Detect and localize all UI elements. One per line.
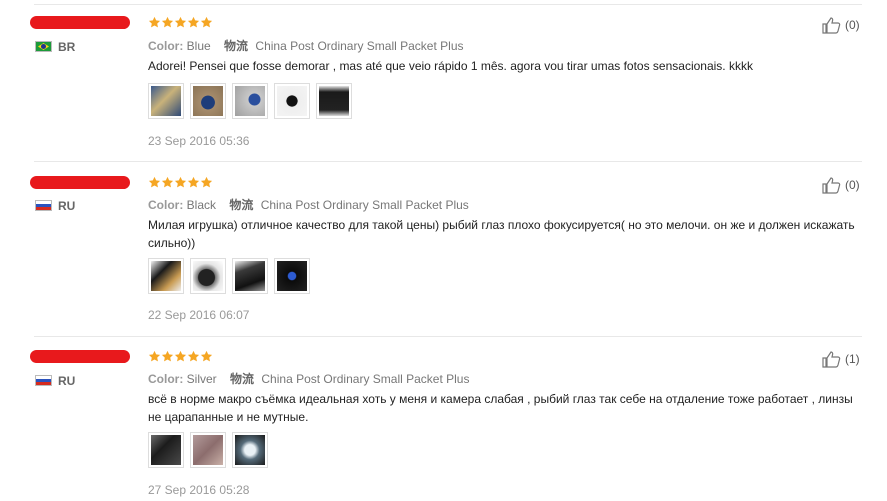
star-icon — [187, 16, 200, 28]
shipping-value: China Post Ordinary Small Packet Plus — [261, 372, 470, 386]
review-date: 22 Sep 2016 06:07 — [148, 308, 250, 322]
reviewer-country: RU — [58, 199, 76, 213]
star-icon — [174, 350, 187, 362]
color-label: Color: — [148, 198, 184, 212]
review-photo-thumbnail[interactable] — [232, 258, 268, 294]
star-rating — [148, 350, 213, 364]
star-icon — [161, 176, 174, 188]
review-photo-thumbnail[interactable] — [190, 258, 226, 294]
star-icon — [148, 350, 161, 362]
review-photos — [148, 432, 274, 468]
redacted-username — [30, 176, 130, 189]
shipping-value: China Post Ordinary Small Packet Plus — [260, 198, 469, 212]
reviewer-country: BR — [58, 40, 76, 54]
review-photo-thumbnail[interactable] — [274, 83, 310, 119]
review-text: всё в норме макро съёмка идеальная хоть … — [148, 392, 853, 424]
color-label: Color: — [148, 372, 184, 386]
review-text: Adorei! Pensei que fosse demorar , mas a… — [148, 59, 753, 73]
review-photo-thumbnail[interactable] — [232, 83, 268, 119]
review-photo-thumbnail[interactable] — [148, 83, 184, 119]
review-photo-thumbnail[interactable] — [190, 432, 226, 468]
order-info: Color: Silver 物流 China Post Ordinary Sma… — [148, 370, 469, 387]
review-photos — [148, 83, 358, 119]
star-icon — [187, 350, 200, 362]
star-icon — [200, 16, 213, 28]
review-photo-thumbnail[interactable] — [148, 432, 184, 468]
review-text: Милая игрушка) отличное качество для так… — [148, 218, 855, 250]
star-icon — [187, 176, 200, 188]
star-icon — [200, 350, 213, 362]
helpful-button[interactable]: (0) — [822, 16, 860, 34]
brazil-flag-icon — [35, 41, 52, 52]
helpful-count: (0) — [845, 18, 860, 32]
review-photo-thumbnail[interactable] — [316, 83, 352, 119]
review-photos — [148, 258, 316, 294]
helpful-button[interactable]: (1) — [822, 350, 860, 368]
color-value: Black — [186, 198, 217, 212]
order-info: Color: Blue 物流 China Post Ordinary Small… — [148, 37, 464, 54]
color-value: Silver — [186, 372, 217, 386]
russia-flag-icon — [35, 200, 52, 211]
star-icon — [148, 176, 161, 188]
review-photo-thumbnail[interactable] — [274, 258, 310, 294]
star-icon — [161, 350, 174, 362]
redacted-username — [30, 16, 130, 29]
russia-flag-icon — [35, 375, 52, 386]
order-info: Color: Black 物流 China Post Ordinary Smal… — [148, 196, 469, 213]
shipping-label: 物流 — [230, 372, 255, 386]
helpful-count: (0) — [845, 178, 860, 192]
thumbs-up-icon — [822, 351, 841, 368]
reviewer-country: RU — [58, 374, 76, 388]
shipping-label: 物流 — [229, 198, 254, 212]
star-icon — [174, 16, 187, 28]
star-icon — [148, 16, 161, 28]
star-icon — [161, 16, 174, 28]
review-photo-thumbnail[interactable] — [232, 432, 268, 468]
review-date: 23 Sep 2016 05:36 — [148, 134, 250, 148]
review-divider — [34, 336, 862, 337]
star-rating — [148, 176, 213, 190]
color-label: Color: — [148, 39, 184, 53]
helpful-count: (1) — [845, 352, 860, 366]
review-divider — [34, 161, 862, 162]
star-icon — [200, 176, 213, 188]
helpful-button[interactable]: (0) — [822, 176, 860, 194]
review-photo-thumbnail[interactable] — [148, 258, 184, 294]
shipping-label: 物流 — [224, 39, 249, 53]
star-rating — [148, 16, 213, 30]
thumbs-up-icon — [822, 177, 841, 194]
redacted-username — [30, 350, 130, 363]
color-value: Blue — [186, 39, 211, 53]
top-divider — [34, 4, 862, 5]
review-date: 27 Sep 2016 05:28 — [148, 483, 250, 497]
thumbs-up-icon — [822, 17, 841, 34]
review-photo-thumbnail[interactable] — [190, 83, 226, 119]
shipping-value: China Post Ordinary Small Packet Plus — [255, 39, 464, 53]
star-icon — [174, 176, 187, 188]
